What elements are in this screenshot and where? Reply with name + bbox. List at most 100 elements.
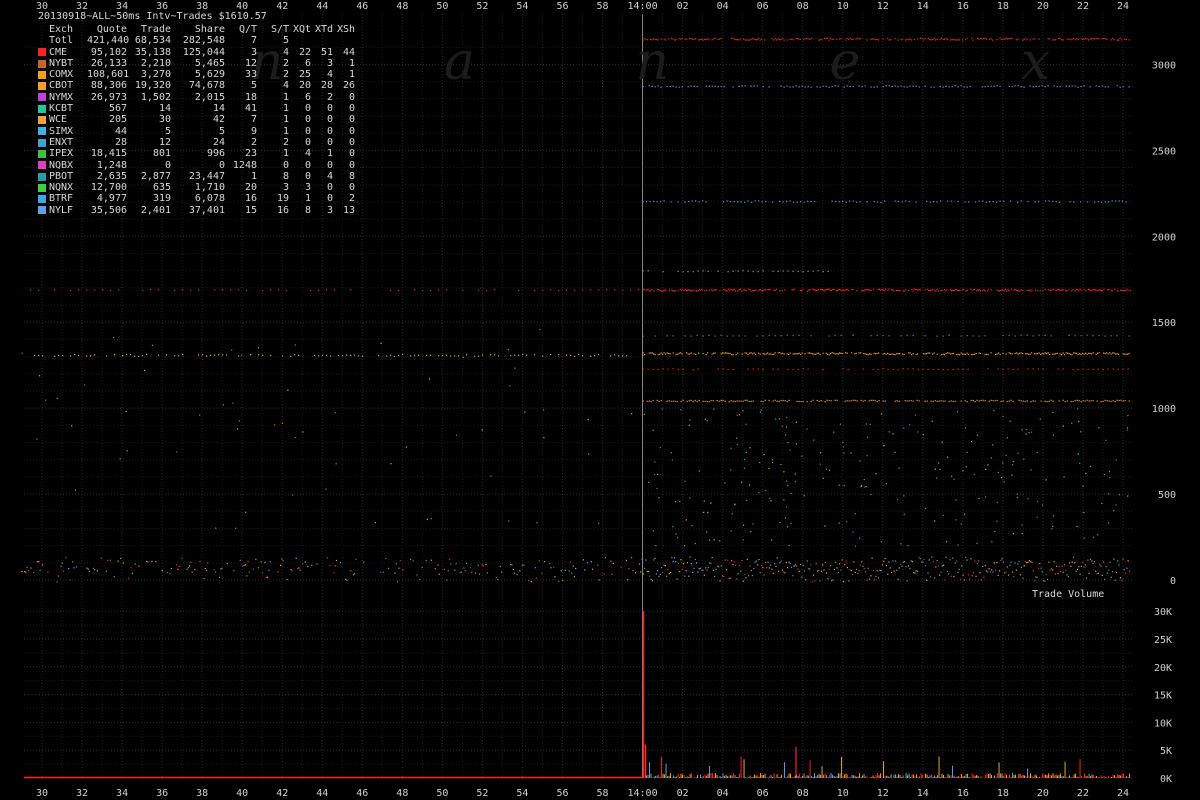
price-dot — [1011, 571, 1014, 573]
price-dot — [374, 522, 376, 524]
price-dot — [941, 565, 943, 567]
price-dot — [750, 570, 752, 572]
price-dot — [724, 559, 726, 561]
price-trace-simx — [797, 270, 799, 273]
price-dot — [113, 336, 115, 339]
price-dot — [521, 564, 523, 566]
price-trace-btrf — [849, 200, 851, 202]
legend-swatch — [38, 59, 46, 68]
price-dot — [1005, 454, 1007, 457]
legend-cell: 4 — [282, 46, 289, 58]
price-trace-btrf — [660, 201, 662, 203]
price-trace-cbot — [706, 401, 708, 403]
price-dot — [1008, 574, 1010, 576]
price-trace-cbot — [848, 400, 850, 402]
price-dot — [554, 576, 556, 578]
price-dot — [510, 563, 512, 566]
x-tick-bottom: 30 — [36, 788, 48, 799]
price-trace-cbot — [1112, 400, 1114, 402]
price-dot — [92, 567, 94, 569]
price-trace-comx — [735, 354, 737, 356]
price-dot — [647, 570, 650, 572]
price-dot — [550, 567, 552, 569]
price-trace-cbot — [1012, 401, 1014, 403]
legend-cell: 4 — [304, 148, 311, 160]
price-dot — [990, 457, 993, 459]
price-trace-cme — [1050, 290, 1052, 292]
price-dot — [655, 544, 657, 547]
price-dot — [718, 566, 720, 568]
price-trace-comx — [1091, 353, 1093, 355]
price-trace-cme — [763, 289, 765, 291]
price-trace-btrf — [646, 201, 648, 203]
price-dot — [252, 568, 254, 570]
price-trace-comx — [959, 354, 961, 356]
price-dot — [113, 576, 115, 578]
price-trace-cme — [934, 289, 936, 291]
price-dot — [891, 571, 893, 573]
price-dot — [801, 455, 803, 457]
price-trace-comx — [839, 352, 841, 354]
price-trace-cme — [1110, 289, 1112, 291]
price-dot — [1047, 578, 1049, 580]
price-dot — [1070, 565, 1072, 567]
price-trace-btrf — [1101, 201, 1103, 203]
price-trace-cme — [1032, 368, 1034, 370]
price-trace-cme — [662, 290, 665, 292]
price-dot — [151, 560, 153, 563]
legend-cell: 2,401 — [140, 204, 171, 216]
price-dot — [771, 568, 773, 570]
price-trace-btrf — [968, 201, 970, 203]
price-trace-cme — [722, 368, 724, 370]
legend-cell: 42 — [212, 114, 225, 126]
price-dot — [740, 570, 742, 572]
x-tick-bottom: 54 — [516, 788, 528, 799]
price-dot — [733, 561, 735, 563]
legend-cell: 0 — [326, 103, 333, 115]
price-dot — [1066, 574, 1068, 576]
price-trace-cme — [1062, 289, 1064, 291]
price-dot — [268, 569, 270, 571]
price-dot — [380, 342, 382, 344]
price-dot — [1063, 564, 1066, 566]
legend-swatch — [38, 195, 46, 204]
x-tick-top: 04 — [717, 1, 729, 12]
price-trace-cme — [990, 288, 992, 291]
price-dot — [326, 557, 328, 559]
price-trace-cme — [927, 368, 929, 370]
legend-swatch — [38, 149, 46, 158]
price-dot — [965, 465, 967, 468]
price-trace-cme — [840, 290, 842, 292]
price-dot — [868, 578, 871, 580]
legend-cell: 8 — [304, 204, 311, 216]
price-trace-cbot — [1074, 400, 1076, 402]
price-trace-cme — [768, 288, 770, 291]
price-trace-comx — [836, 353, 838, 355]
price-trace-btrf — [786, 200, 788, 202]
price-dot — [499, 565, 501, 567]
price-trace-cme — [792, 289, 794, 291]
price-trace-comx — [1041, 352, 1043, 355]
price-trace-cme — [1048, 289, 1050, 291]
price-trace-comx — [566, 354, 568, 356]
price-dot — [985, 468, 987, 471]
price-trace-cme — [414, 289, 416, 291]
price-trace-cme — [828, 288, 830, 290]
price-dot — [1050, 568, 1053, 570]
price-trace-comx — [876, 352, 878, 354]
price-trace-cme — [730, 288, 732, 290]
price-trace-comx — [282, 355, 284, 357]
price-trace-cme — [1078, 290, 1080, 292]
price-dot — [779, 521, 781, 524]
price-trace-simx — [812, 270, 814, 272]
price-trace-cme — [518, 289, 520, 291]
price-trace-cme — [880, 289, 882, 292]
price-dot — [45, 399, 47, 401]
price-dot — [866, 436, 869, 438]
legend-cell: CME — [49, 46, 68, 58]
legend-swatch — [38, 127, 46, 136]
price-dot — [1043, 580, 1045, 582]
price-dot — [1115, 459, 1117, 461]
price-trace-simx — [697, 270, 699, 272]
price-dot — [1030, 469, 1032, 471]
